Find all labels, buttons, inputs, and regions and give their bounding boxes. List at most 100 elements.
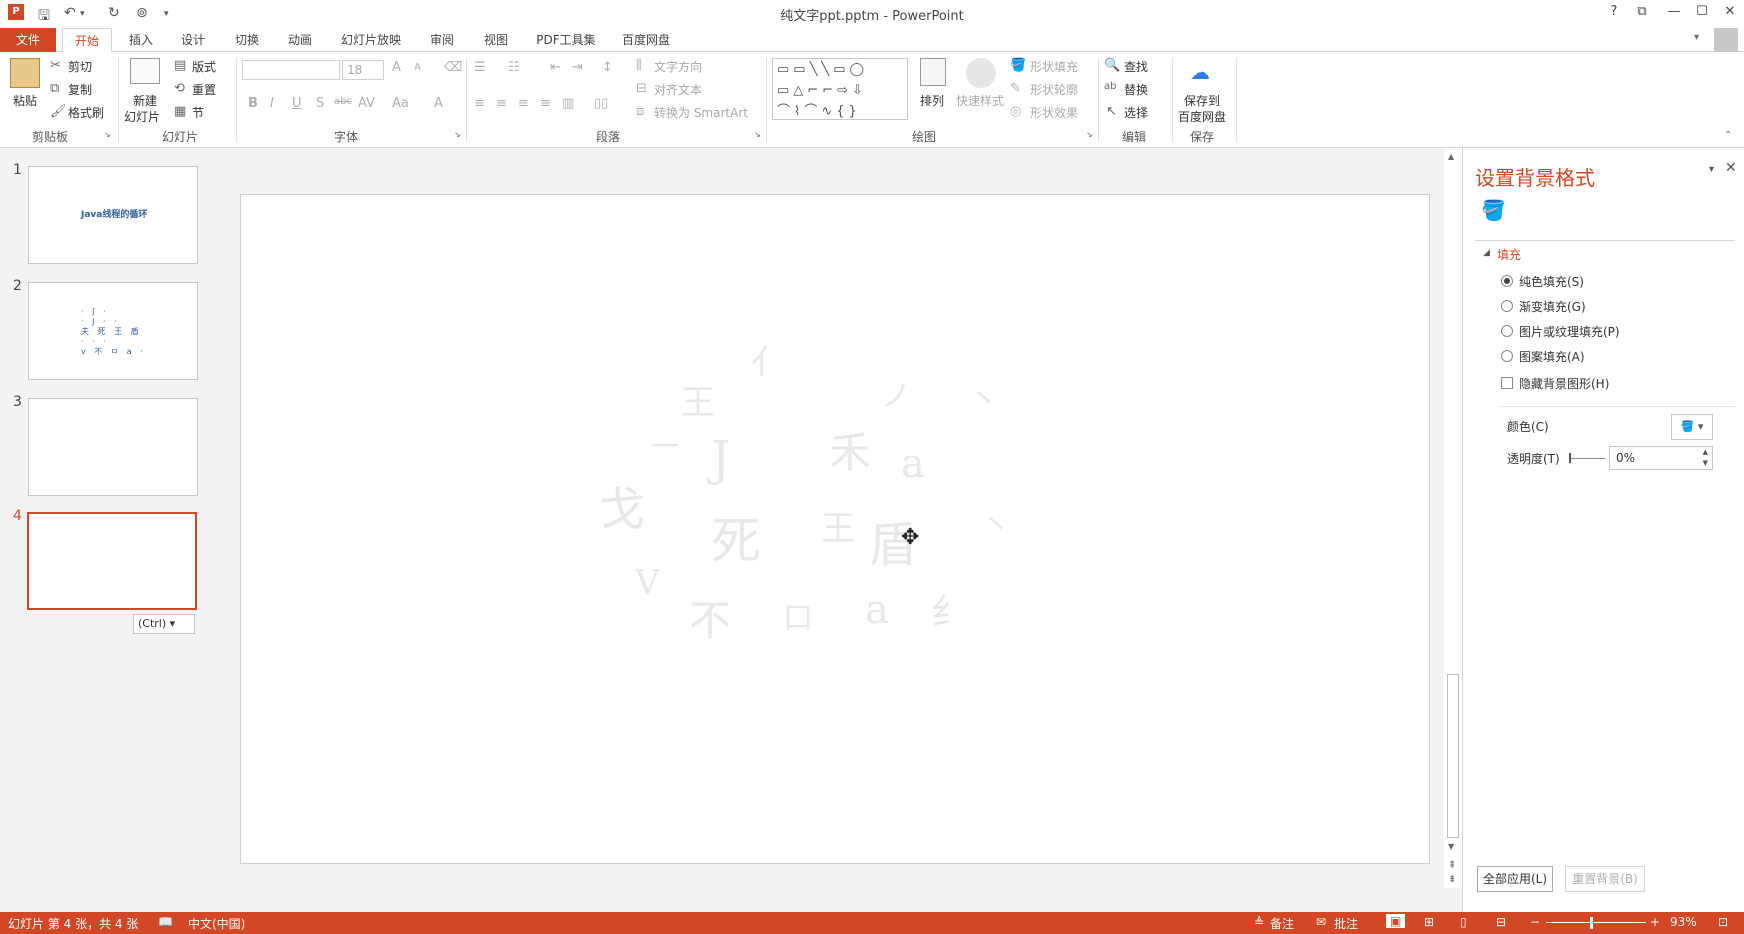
- columns-icon[interactable]: ▯▯: [594, 96, 608, 111]
- grow-font-icon[interactable]: A: [392, 60, 401, 75]
- transparency-slider-thumb[interactable]: [1569, 453, 1571, 463]
- char-spacing-button[interactable]: AV: [358, 96, 375, 111]
- shape-fill-button[interactable]: 形状填充: [1030, 58, 1078, 75]
- align-text-button[interactable]: 对齐文本: [654, 81, 702, 98]
- pane-options-icon[interactable]: ▾: [1709, 164, 1714, 175]
- gradient-fill-label[interactable]: 渐变填充(G): [1519, 298, 1586, 315]
- justify-icon[interactable]: ≡: [540, 96, 551, 111]
- zoom-out-icon[interactable]: −: [1530, 915, 1540, 929]
- zoom-level[interactable]: 93%: [1670, 915, 1697, 929]
- copy-button[interactable]: 复制: [68, 81, 92, 98]
- collapse-arrow-icon[interactable]: ◢: [1483, 248, 1490, 258]
- customize-qat-icon[interactable]: ▾: [164, 9, 169, 19]
- zoom-slider-thumb[interactable]: [1590, 917, 1593, 929]
- tab-transitions[interactable]: 切换: [228, 28, 266, 52]
- font-color-button[interactable]: A: [434, 96, 443, 111]
- zoom-slider[interactable]: [1546, 922, 1646, 923]
- save-icon[interactable]: 🖫: [38, 5, 50, 29]
- fit-slide-icon[interactable]: ⊡: [1718, 915, 1728, 929]
- replace-button[interactable]: 替换: [1124, 81, 1148, 98]
- line-spacing-icon[interactable]: ↕: [602, 60, 613, 75]
- save-to-label-1[interactable]: 保存到: [1184, 92, 1220, 109]
- ribbon-display-button[interactable]: ⧉: [1630, 4, 1654, 19]
- pattern-fill-radio[interactable]: [1501, 350, 1513, 362]
- tab-file[interactable]: 文件: [0, 28, 56, 52]
- bullets-icon[interactable]: ☰: [474, 60, 486, 75]
- tab-design[interactable]: 设计: [174, 28, 212, 52]
- apply-all-button[interactable]: 全部应用(L): [1477, 866, 1553, 892]
- tab-insert[interactable]: 插入: [122, 28, 160, 52]
- minimize-button[interactable]: —: [1662, 4, 1686, 19]
- transparency-slider[interactable]: [1569, 458, 1605, 459]
- scroll-thumb[interactable]: [1447, 674, 1459, 838]
- change-case-button[interactable]: Aa: [392, 96, 409, 111]
- clear-format-icon[interactable]: ⌫: [444, 60, 462, 75]
- solid-fill-label[interactable]: 纯色填充(S): [1519, 273, 1584, 290]
- reset-button[interactable]: 重置: [192, 81, 216, 98]
- hide-bg-label[interactable]: 隐藏背景图形(H): [1519, 375, 1609, 392]
- gradient-fill-radio[interactable]: [1501, 300, 1513, 312]
- pattern-fill-label[interactable]: 图案填充(A): [1519, 348, 1585, 365]
- powerpoint-app-icon[interactable]: P: [8, 4, 24, 20]
- close-button[interactable]: ✕: [1718, 4, 1742, 19]
- shape-effects-button[interactable]: 形状效果: [1030, 104, 1078, 121]
- quick-styles-button[interactable]: 快速样式: [956, 92, 1004, 109]
- slideshow-icon[interactable]: ⊚: [136, 5, 148, 21]
- increase-indent-icon[interactable]: ⇥: [572, 60, 583, 75]
- strikethrough-button[interactable]: abc: [334, 96, 352, 107]
- slide-thumbnail-1[interactable]: Java线程的循环: [28, 166, 198, 264]
- font-name-box[interactable]: [242, 60, 340, 80]
- numbering-icon[interactable]: ☷: [508, 60, 520, 75]
- previous-slide-icon[interactable]: ⇞: [1448, 860, 1456, 871]
- transparency-input[interactable]: 0% ▲ ▼: [1609, 446, 1713, 470]
- avatar[interactable]: [1714, 28, 1738, 52]
- transparency-spinner-icon[interactable]: ▲ ▼: [1703, 447, 1708, 469]
- tab-pdf-tools[interactable]: PDF工具集: [530, 28, 602, 52]
- convert-smartart-button[interactable]: 转换为 SmartArt: [654, 104, 748, 121]
- reset-background-button[interactable]: 重置背景(B): [1565, 866, 1645, 892]
- decrease-indent-icon[interactable]: ⇤: [550, 60, 561, 75]
- undo-dropdown-icon[interactable]: ▾: [80, 9, 85, 19]
- underline-button[interactable]: U: [292, 96, 302, 111]
- font-size-box[interactable]: 18: [342, 60, 384, 80]
- paste-icon[interactable]: [10, 58, 40, 88]
- help-button[interactable]: ?: [1602, 4, 1626, 19]
- shadow-button[interactable]: S: [316, 96, 324, 111]
- spellcheck-icon[interactable]: 📖: [158, 915, 173, 929]
- shapes-gallery[interactable]: ▭▭╲╲▭◯ ▭△⌐⌐⇨⇩ ⌒⌇⌒∿{}: [772, 58, 908, 120]
- fill-bucket-icon[interactable]: 🪣: [1481, 198, 1506, 222]
- drawing-launcher-icon[interactable]: ↘: [1086, 130, 1093, 139]
- hide-bg-checkbox[interactable]: [1501, 377, 1513, 389]
- italic-button[interactable]: I: [270, 96, 274, 111]
- comments-button[interactable]: 批注: [1334, 915, 1358, 932]
- slide-thumbnail-3[interactable]: [28, 398, 198, 496]
- next-slide-icon[interactable]: ⇟: [1448, 874, 1456, 885]
- fill-section-header[interactable]: 填充: [1497, 246, 1521, 263]
- paste-button[interactable]: 粘贴: [13, 92, 37, 109]
- align-left-icon[interactable]: ≡: [474, 96, 485, 111]
- slide-thumbnail-4[interactable]: [27, 512, 197, 610]
- text-direction-button[interactable]: 文字方向: [654, 58, 702, 75]
- new-slide-label-2[interactable]: 幻灯片: [124, 108, 160, 125]
- format-painter-button[interactable]: 格式刷: [68, 104, 104, 121]
- picture-fill-label[interactable]: 图片或纹理填充(P): [1519, 323, 1620, 340]
- slideshow-view-icon[interactable]: ⊟: [1496, 915, 1506, 929]
- maximize-button[interactable]: ☐: [1690, 4, 1714, 19]
- collapse-ribbon-icon[interactable]: ⌃: [1724, 130, 1732, 141]
- find-button[interactable]: 查找: [1124, 58, 1148, 75]
- align-right-icon[interactable]: ≡: [518, 96, 529, 111]
- notes-button[interactable]: 备注: [1270, 915, 1294, 932]
- layout-button[interactable]: 版式: [192, 58, 216, 75]
- language-status[interactable]: 中文(中国): [188, 915, 245, 932]
- redo-icon[interactable]: ↻: [108, 5, 120, 21]
- tab-home[interactable]: 开始: [62, 28, 112, 52]
- normal-view-icon[interactable]: ▣: [1386, 914, 1406, 928]
- picture-fill-radio[interactable]: [1501, 325, 1513, 337]
- distributed-icon[interactable]: ▥: [562, 96, 574, 111]
- color-picker-button[interactable]: 🪣 ▾: [1671, 414, 1713, 440]
- select-button[interactable]: 选择: [1124, 104, 1148, 121]
- slide-canvas[interactable]: 亻 王 J 禾 a 戈 死 王 盾 V 不 口 a 纟 丶 丶 一 ノ ✥: [240, 194, 1430, 864]
- arrange-button[interactable]: 排列: [920, 92, 944, 109]
- tab-review[interactable]: 审阅: [422, 28, 462, 52]
- save-to-label-2[interactable]: 百度网盘: [1178, 108, 1226, 125]
